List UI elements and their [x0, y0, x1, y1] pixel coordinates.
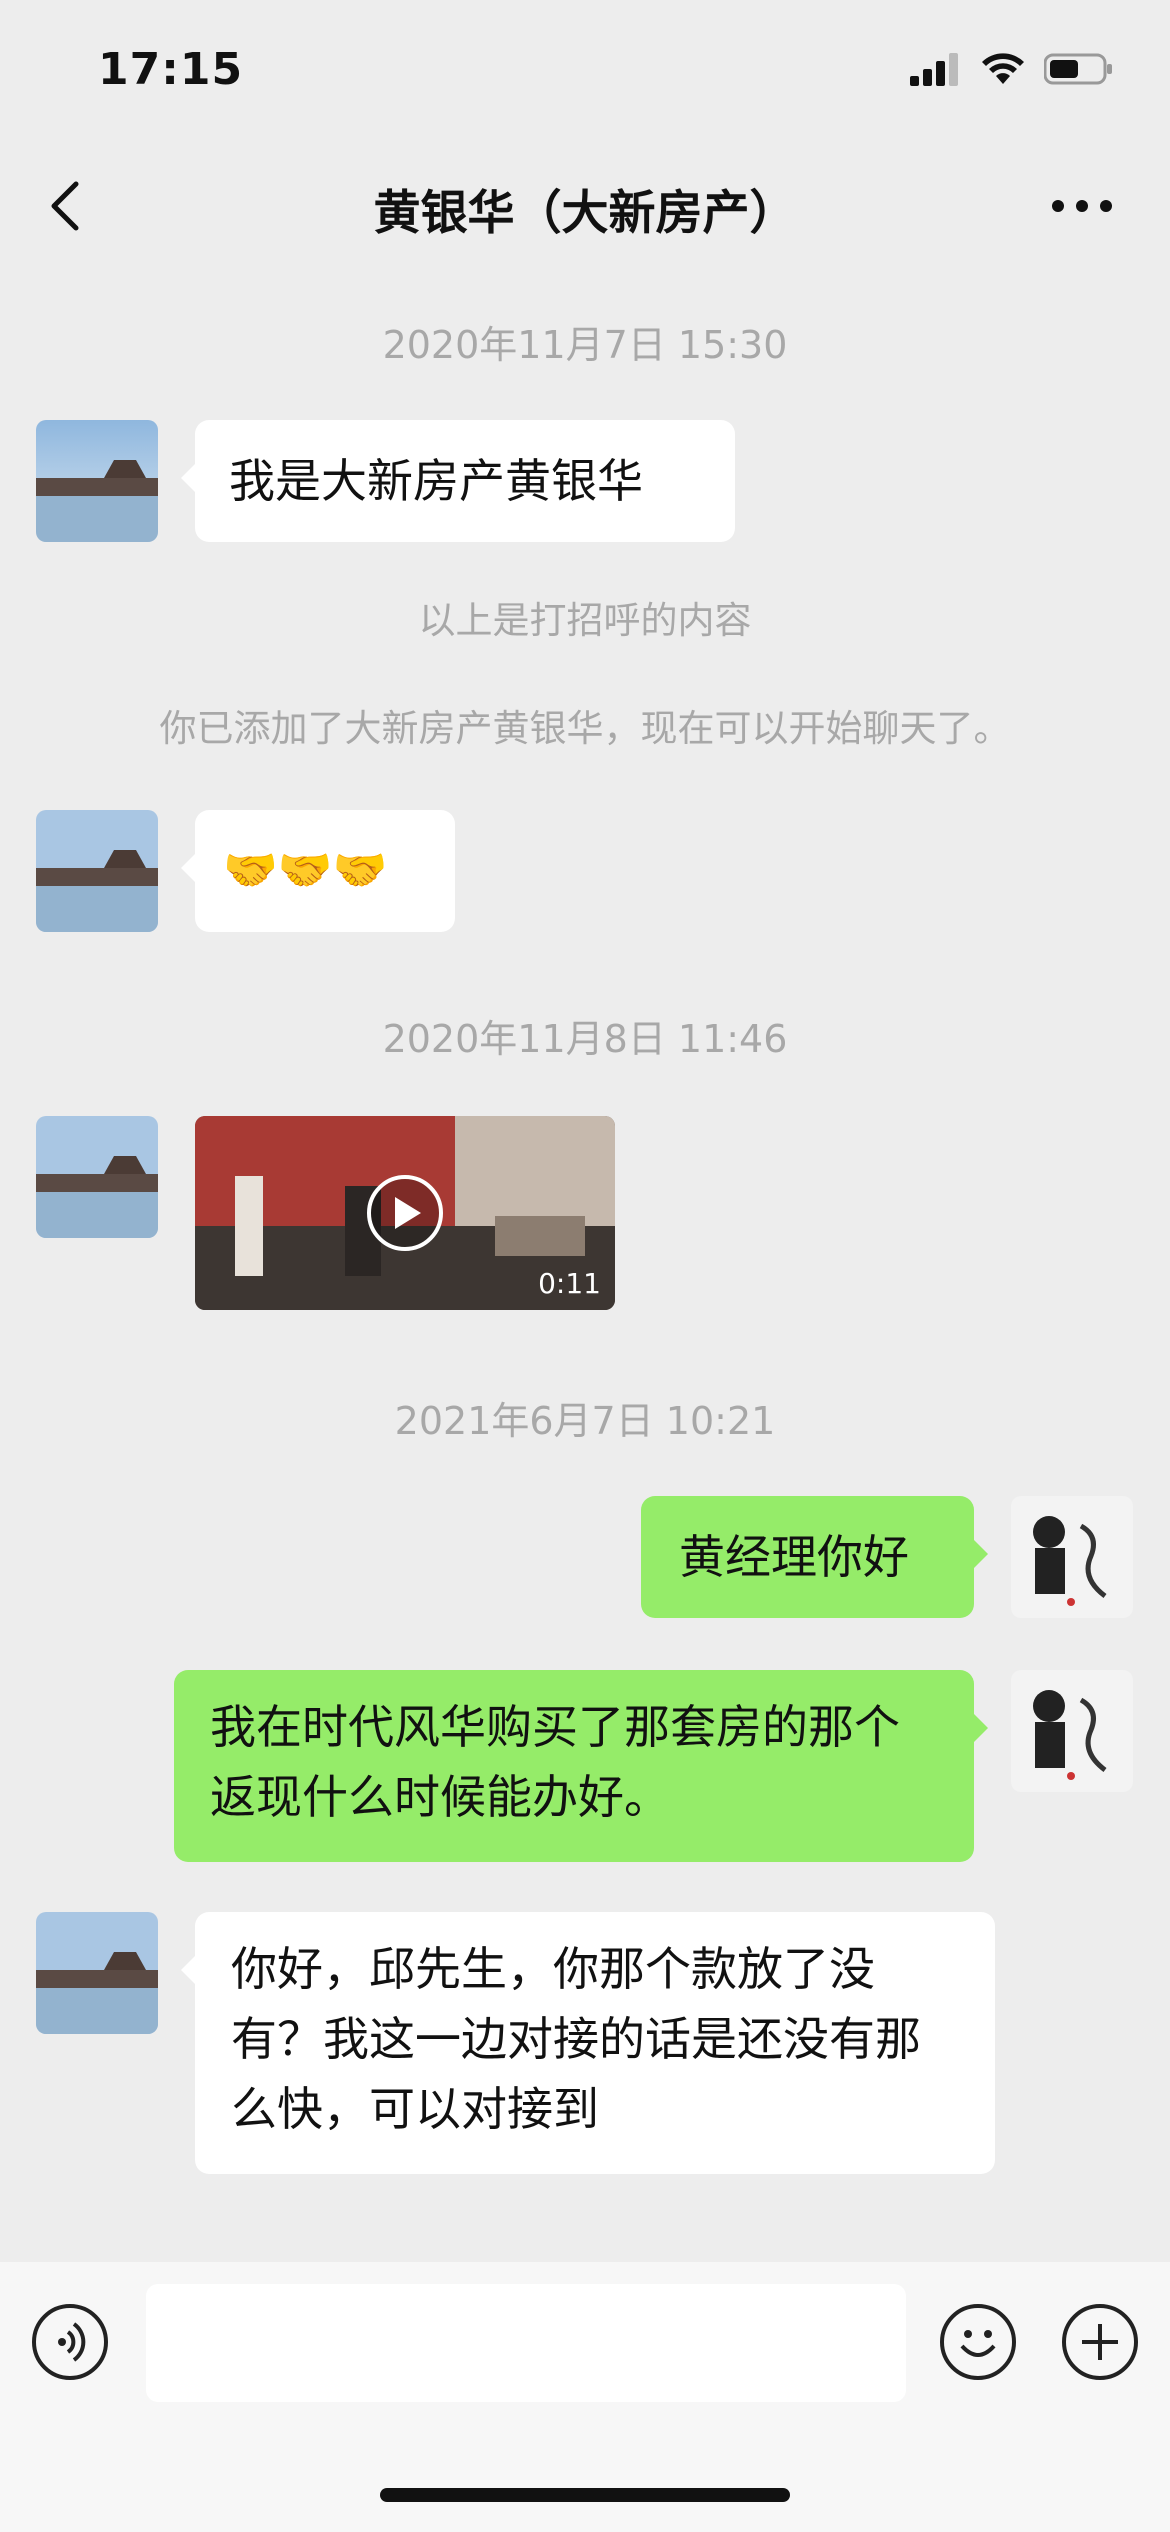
- avatar-contact[interactable]: [36, 1912, 158, 2034]
- message-bubble-incoming[interactable]: 我是大新房产黄银华: [181, 420, 735, 542]
- timestamp: 2020年11月8日 11:46: [382, 1017, 788, 1061]
- message-text: 黄经理你好: [679, 1530, 909, 1584]
- video-message[interactable]: 0:11: [195, 1116, 615, 1310]
- message-text: 我是大新房产黄银华: [229, 454, 643, 508]
- signal-icon: [910, 53, 958, 86]
- status-icons: [910, 52, 1114, 86]
- home-indicator: [380, 2488, 790, 2502]
- system-message: 以上是打招呼的内容: [418, 599, 752, 642]
- status-bar: 17:15: [0, 0, 1170, 140]
- status-time: 17:15: [98, 44, 244, 95]
- handshake-emoji: 🤝🤝🤝: [223, 845, 388, 896]
- avatar-self[interactable]: [1011, 1670, 1133, 1792]
- system-message: 你已添加了大新房产黄银华，现在可以开始聊天了。: [159, 707, 1011, 750]
- avatar-contact[interactable]: [36, 810, 158, 932]
- video-duration: 0:11: [538, 1267, 601, 1300]
- chat-title: 黄银华（大新房产）: [373, 186, 797, 241]
- avatar-contact[interactable]: [36, 420, 158, 542]
- message-bubble-incoming[interactable]: 🤝🤝🤝: [181, 810, 455, 932]
- play-icon[interactable]: [345, 1173, 465, 1253]
- plus-icon[interactable]: [1062, 2304, 1138, 2380]
- nav-bar: 黄银华（大新房产）: [0, 140, 1170, 272]
- emoji-icon[interactable]: [940, 2304, 1016, 2380]
- wifi-icon: [982, 53, 1024, 84]
- battery-icon: [1044, 53, 1112, 85]
- avatar-contact[interactable]: [36, 1116, 158, 1238]
- message-bubble-outgoing[interactable]: 我在时代风华购买了那套房的那个返现什么时候能办好。: [174, 1670, 988, 1862]
- message-text: 你好，邱先生，你那个款放了没有？我这一边对接的话是还没有那么快，可以对接到: [231, 1942, 921, 2136]
- timestamp: 2020年11月7日 15:30: [382, 323, 788, 367]
- input-bar: [0, 2262, 1170, 2532]
- message-text: 我在时代风华购买了那套房的那个返现什么时候能办好。: [210, 1700, 900, 1824]
- timestamp: 2021年6月7日 10:21: [394, 1399, 776, 1443]
- voice-icon[interactable]: [32, 2304, 108, 2380]
- more-dots-icon[interactable]: [1052, 200, 1112, 212]
- message-input[interactable]: [146, 2284, 906, 2402]
- message-bubble-incoming[interactable]: 你好，邱先生，你那个款放了没有？我这一边对接的话是还没有那么快，可以对接到: [181, 1912, 995, 2174]
- avatar-self[interactable]: [1011, 1496, 1133, 1618]
- message-bubble-outgoing[interactable]: 黄经理你好: [641, 1496, 988, 1618]
